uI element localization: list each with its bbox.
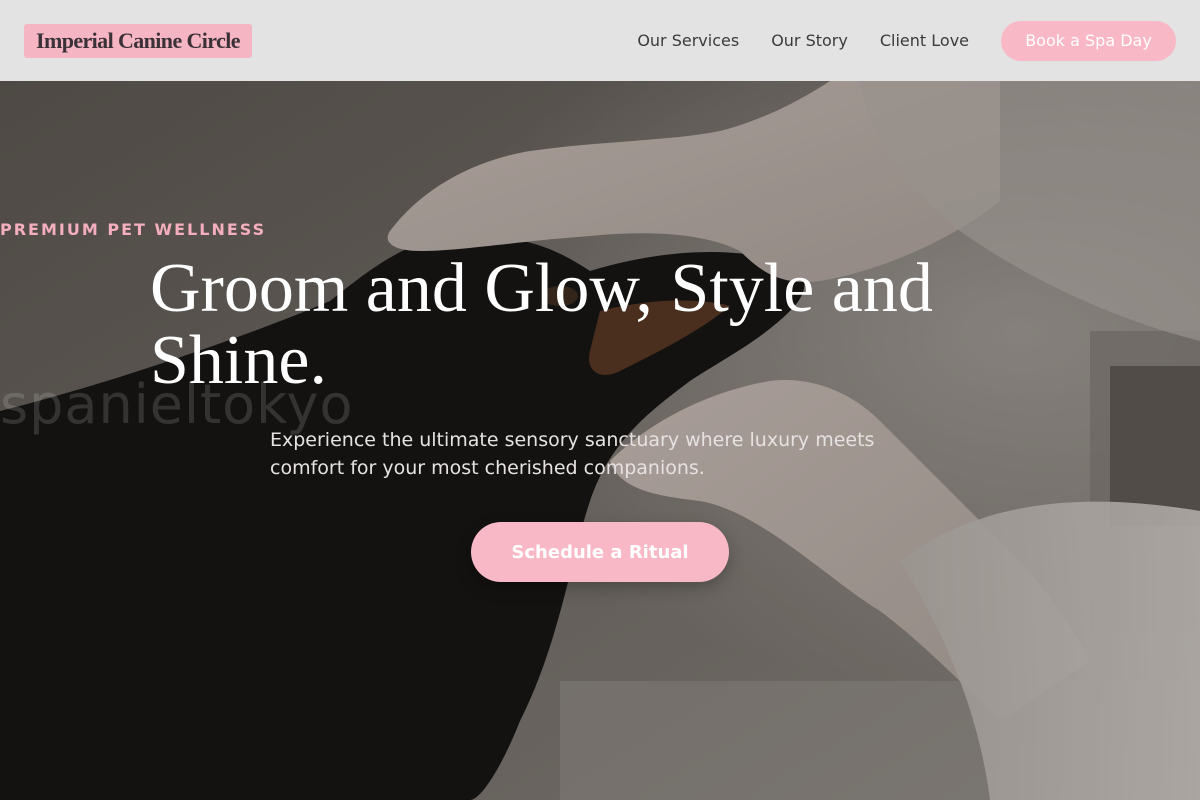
hero-subtitle: Experience the ultimate sensory sanctuar… — [270, 429, 875, 479]
main-nav: Our Services Our Story Client Love Book … — [637, 20, 1176, 61]
hero-section: PREMIUM PET WELLNESS Groom and Glow, Sty… — [0, 81, 1200, 800]
book-spa-day-button[interactable]: Book a Spa Day — [1001, 20, 1176, 61]
site-header: Imperial Canine Circle Our Services Our … — [0, 0, 1200, 81]
nav-link-story[interactable]: Our Story — [771, 31, 848, 50]
hero-eyebrow: PREMIUM PET WELLNESS — [0, 220, 267, 239]
nav-link-client-love[interactable]: Client Love — [880, 31, 969, 50]
page: Imperial Canine Circle Our Services Our … — [0, 0, 1200, 800]
nav-link-services[interactable]: Our Services — [637, 31, 739, 50]
schedule-ritual-button[interactable]: Schedule a Ritual — [471, 522, 729, 582]
brand-logo[interactable]: Imperial Canine Circle — [24, 23, 252, 58]
